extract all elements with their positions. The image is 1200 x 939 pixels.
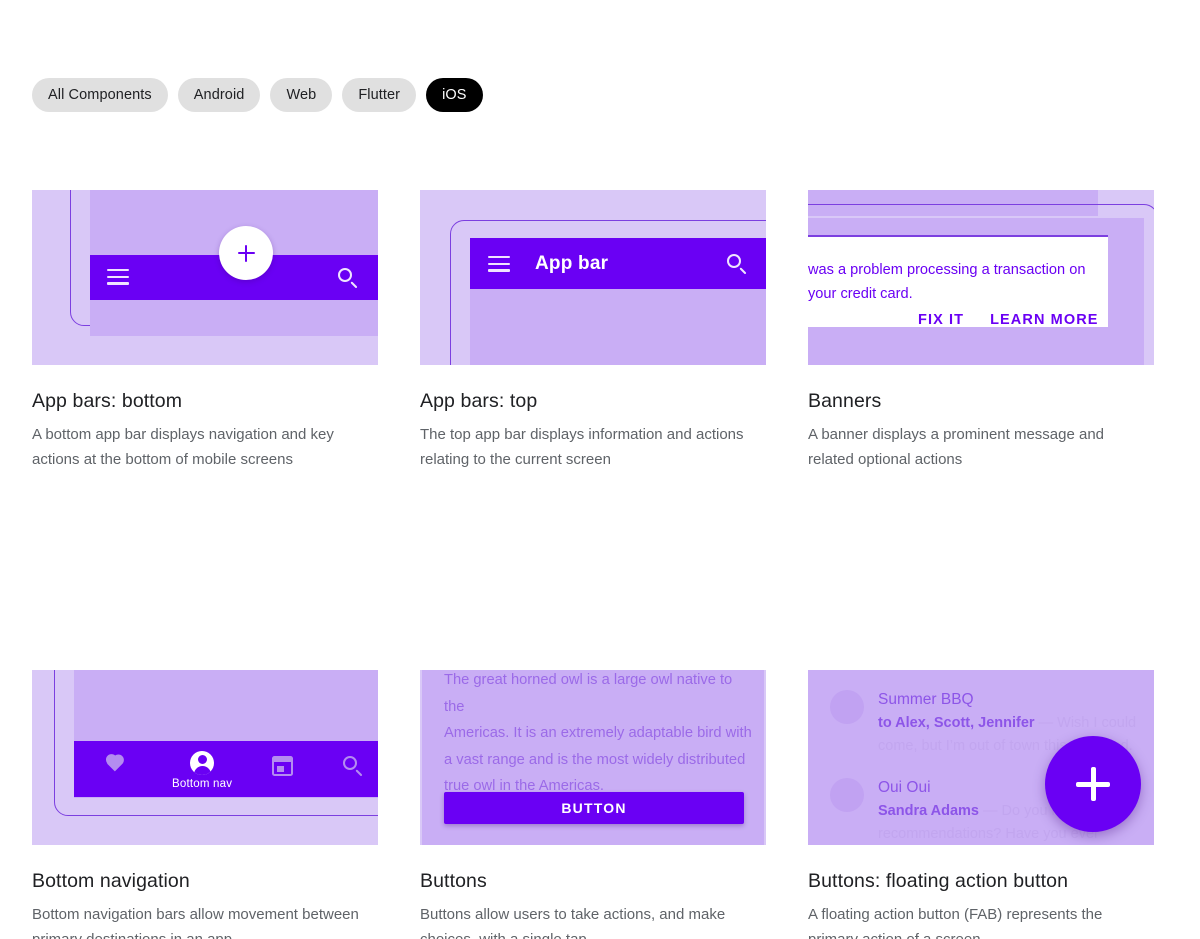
card-title: Buttons <box>420 870 766 893</box>
calendar-icon <box>272 756 293 776</box>
plus-icon <box>1076 767 1110 801</box>
fab-add-button[interactable] <box>219 226 273 280</box>
component-gallery-page: All Components Android Web Flutter iOS <box>0 0 1200 939</box>
card-title: App bars: top <box>420 390 766 413</box>
email-sender: to Alex, Scott, Jennifer <box>878 715 1035 731</box>
card-description: A banner displays a prominent message an… <box>808 423 1154 472</box>
avatar <box>830 778 864 812</box>
component-card-buttons[interactable]: The great horned owl is a large owl nati… <box>420 670 766 939</box>
body-text: The great horned owl is a large owl nati… <box>444 670 754 800</box>
bottom-nav-item-favorites[interactable] <box>104 755 125 774</box>
bottom-nav-item-calendar[interactable] <box>272 756 293 776</box>
component-card-banners[interactable]: was a problem processing a transaction o… <box>808 190 1154 472</box>
thumbnail-buttons: The great horned owl is a large owl nati… <box>420 670 766 845</box>
avatar <box>830 690 864 724</box>
fab-add-button[interactable] <box>1045 736 1141 832</box>
bottom-nav-item-profile[interactable]: Bottom nav <box>172 751 232 790</box>
hamburger-icon[interactable] <box>488 256 510 272</box>
component-card-floating-action-button[interactable]: Summer BBQ to Alex, Scott, Jennifer — Wi… <box>808 670 1154 939</box>
thumbnail-app-bars-top: App bar <box>420 190 766 365</box>
card-description: The top app bar displays information and… <box>420 423 766 472</box>
email-sender: Sandra Adams <box>878 803 979 819</box>
email-subject: Summer BBQ <box>878 691 974 709</box>
heart-icon <box>104 755 125 774</box>
card-description: A bottom app bar displays navigation and… <box>32 423 378 472</box>
component-card-bottom-navigation[interactable]: Bottom nav Bottom navigation Bottom navi… <box>32 670 378 939</box>
filter-chip-flutter[interactable]: Flutter <box>342 78 416 112</box>
top-app-bar <box>470 238 766 289</box>
thumbnail-app-bars-bottom <box>32 190 378 365</box>
email-subject: Oui Oui <box>878 779 931 797</box>
bottom-nav-item-label: Bottom nav <box>172 778 232 790</box>
filter-chip-android[interactable]: Android <box>178 78 261 112</box>
thumbnail-floating-action-button: Summer BBQ to Alex, Scott, Jennifer — Wi… <box>808 670 1154 845</box>
filter-chip-all-components[interactable]: All Components <box>32 78 168 112</box>
card-description: Buttons allow users to take actions, and… <box>420 903 766 939</box>
component-card-grid: App bars: bottom A bottom app bar displa… <box>32 190 1160 939</box>
search-icon[interactable] <box>337 267 359 289</box>
banner-message: was a problem processing a transaction o… <box>808 258 1108 306</box>
component-card-app-bars-top[interactable]: App bar App bars: top The top app bar di… <box>420 190 766 472</box>
app-bar-title: App bar <box>535 253 608 275</box>
thumbnail-banners: was a problem processing a transaction o… <box>808 190 1154 365</box>
contained-button[interactable]: BUTTON <box>444 792 744 824</box>
search-icon[interactable] <box>726 253 748 275</box>
plus-icon <box>238 245 255 262</box>
hamburger-icon[interactable] <box>107 269 129 285</box>
person-icon <box>190 751 214 775</box>
card-description: Bottom navigation bars allow movement be… <box>32 903 378 939</box>
bottom-nav-item-search[interactable] <box>342 755 364 777</box>
search-icon <box>343 756 357 770</box>
filter-chip-web[interactable]: Web <box>270 78 332 112</box>
card-description: A floating action button (FAB) represent… <box>808 903 1154 939</box>
card-title: App bars: bottom <box>32 390 378 413</box>
banner-action-group: FIX IT LEARN MORE <box>918 312 1099 328</box>
banner-learn-more-button[interactable]: LEARN MORE <box>990 312 1098 328</box>
card-title: Banners <box>808 390 1154 413</box>
card-title: Buttons: floating action button <box>808 870 1154 893</box>
filter-chip-group: All Components Android Web Flutter iOS <box>32 78 483 112</box>
card-title: Bottom navigation <box>32 870 378 893</box>
component-card-app-bars-bottom[interactable]: App bars: bottom A bottom app bar displa… <box>32 190 378 472</box>
banner-fix-it-button[interactable]: FIX IT <box>918 312 964 328</box>
thumbnail-bottom-navigation: Bottom nav <box>32 670 378 845</box>
filter-chip-ios[interactable]: iOS <box>426 78 482 112</box>
